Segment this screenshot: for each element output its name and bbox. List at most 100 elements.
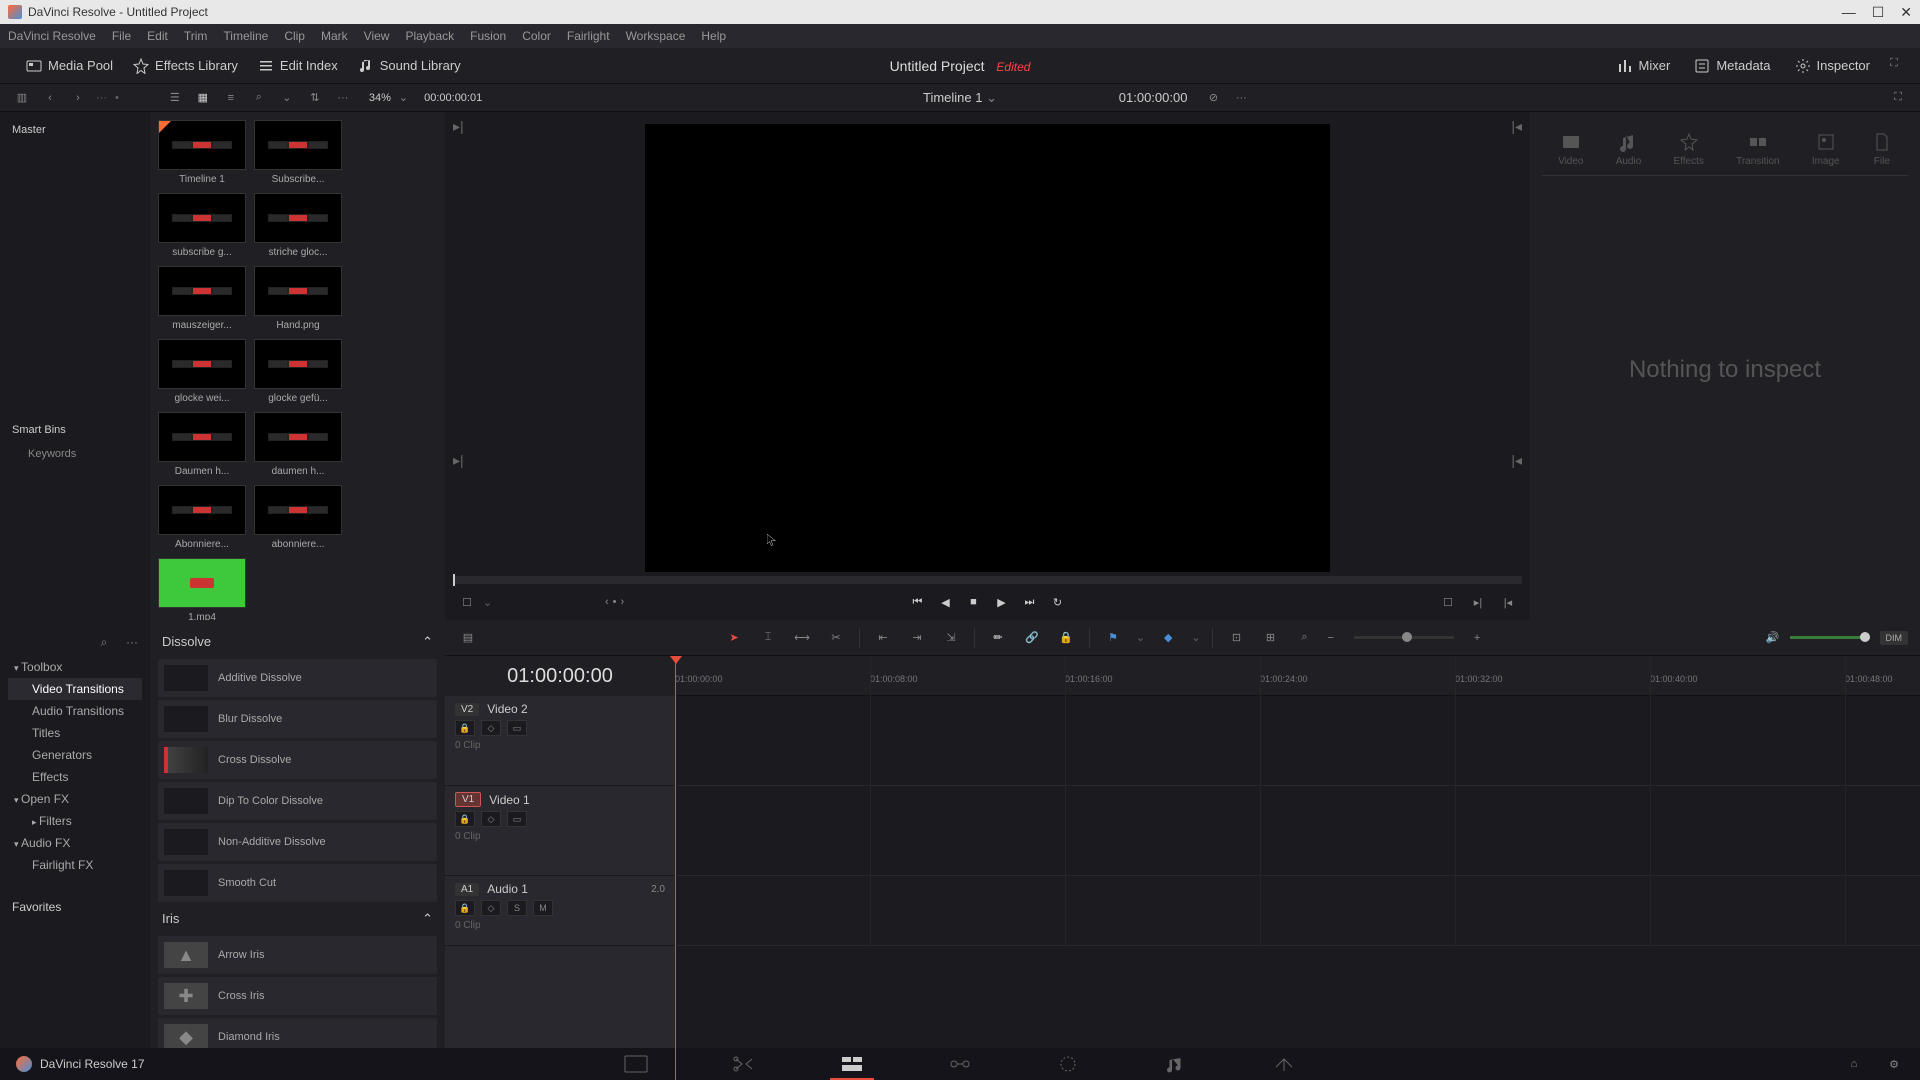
search-button[interactable]: ⌕ — [249, 88, 269, 108]
inspector-tab-image[interactable]: Image — [1812, 132, 1840, 167]
edit-index-toggle[interactable]: Edit Index — [248, 54, 348, 78]
inspector-tab-audio[interactable]: Audio — [1616, 132, 1642, 167]
bypass-button[interactable]: ⊘ — [1203, 88, 1223, 108]
sort-button[interactable]: ⇅ — [305, 88, 325, 108]
media-item[interactable]: Timeline 1 — [158, 120, 246, 185]
keywords-bin[interactable]: Keywords — [8, 444, 142, 464]
go-end-button[interactable]: ⏭ — [1020, 592, 1040, 612]
smart-bins-header[interactable]: Smart Bins — [8, 420, 142, 440]
track-lane-a1[interactable] — [675, 876, 1920, 946]
menu-clip[interactable]: Clip — [284, 29, 305, 43]
menu-edit[interactable]: Edit — [147, 29, 168, 43]
tree-audio-transitions[interactable]: Audio Transitions — [8, 700, 142, 722]
media-item[interactable]: 1.mp4 — [158, 558, 246, 623]
timeline-view-button[interactable]: ▤ — [457, 627, 479, 649]
fx-item[interactable]: Additive Dissolve — [158, 659, 437, 697]
fx-item[interactable]: Cross Dissolve — [158, 741, 437, 779]
menu-mark[interactable]: Mark — [321, 29, 348, 43]
effects-library-toggle[interactable]: Effects Library — [123, 54, 248, 78]
media-item[interactable]: Hand.png — [254, 266, 342, 331]
menu-file[interactable]: File — [112, 29, 131, 43]
lock-button[interactable]: 🔒 — [1055, 627, 1077, 649]
selection-tool[interactable]: ➤ — [723, 627, 745, 649]
nav-back-button[interactable]: ‹ — [40, 88, 60, 108]
media-item[interactable]: abonniere... — [254, 485, 342, 550]
viewer-scrubber[interactable] — [453, 576, 1522, 584]
zoom-slider[interactable] — [1354, 636, 1454, 639]
fx-group-dissolve[interactable]: Dissolve⌃ — [158, 628, 437, 656]
overwrite-button[interactable]: ☐ — [1438, 592, 1458, 612]
viewer-expand-left-icon[interactable]: ▸| — [453, 452, 464, 469]
fx-item[interactable]: ▲Arrow Iris — [158, 936, 437, 974]
fx-search-button[interactable]: ⌕ — [94, 632, 114, 652]
marker-button[interactable]: ◆ — [1157, 627, 1179, 649]
trim-tool[interactable]: ⌶ — [757, 627, 779, 649]
timeline-ruler[interactable]: 01:00:00:0001:00:08:0001:00:16:0001:00:2… — [675, 656, 1920, 696]
fx-group-iris[interactable]: Iris⌃ — [158, 905, 437, 933]
volume-icon[interactable]: 🔊 — [1766, 631, 1780, 644]
inspector-tab-file[interactable]: File — [1872, 132, 1892, 167]
stop-button[interactable]: ■ — [964, 592, 984, 612]
media-item[interactable]: glocke gefü... — [254, 339, 342, 404]
media-item[interactable]: daumen h... — [254, 412, 342, 477]
maximize-button[interactable]: ☐ — [1872, 4, 1885, 21]
menu-fusion[interactable]: Fusion — [470, 29, 506, 43]
link-button[interactable]: 🔗 — [1021, 627, 1043, 649]
menu-help[interactable]: Help — [701, 29, 726, 43]
mixer-toggle[interactable]: Mixer — [1607, 54, 1681, 78]
dynamic-trim-tool[interactable]: ⟷ — [791, 627, 813, 649]
track-lane-v1[interactable] — [675, 786, 1920, 876]
timeline-name-dropdown[interactable]: Timeline 1 ⌄ — [923, 90, 997, 106]
media-item[interactable]: glocke wei... — [158, 339, 246, 404]
fx-item[interactable]: Dip To Color Dissolve — [158, 782, 437, 820]
zoom-out-button[interactable]: − — [1327, 632, 1333, 644]
viewer-canvas[interactable] — [645, 124, 1330, 572]
media-item[interactable]: mauszeiger... — [158, 266, 246, 331]
menu-view[interactable]: View — [364, 29, 390, 43]
settings-button[interactable]: ⚙ — [1884, 1054, 1904, 1074]
bin-view-button[interactable]: ▥ — [12, 88, 32, 108]
strip-view-button[interactable]: ≡ — [221, 88, 241, 108]
sound-library-toggle[interactable]: Sound Library — [348, 54, 471, 78]
loop-button[interactable]: ↻ — [1048, 592, 1068, 612]
track-auto-button[interactable]: ◇ — [481, 811, 501, 827]
jog-button[interactable]: • — [613, 596, 617, 608]
go-start-button[interactable]: ⏮ — [908, 592, 928, 612]
blade-all-button[interactable]: ✏ — [987, 627, 1009, 649]
replace-button[interactable]: ⇲ — [940, 627, 962, 649]
track-lock-button[interactable]: 🔒 — [455, 720, 475, 736]
expand-button[interactable]: ⛶ — [1888, 88, 1908, 108]
match-frame-button[interactable]: ☐ — [457, 592, 477, 612]
track-header[interactable]: A1Audio 12.0🔒◇SM0 Clip — [445, 876, 675, 946]
track-tag[interactable]: V1 — [455, 792, 481, 807]
inspector-tab-video[interactable]: Video — [1558, 132, 1583, 167]
media-item[interactable]: Subscribe... — [254, 120, 342, 185]
zoom-in-button[interactable]: + — [1474, 632, 1480, 644]
tree-effects[interactable]: Effects — [8, 766, 142, 788]
minimize-button[interactable]: — — [1842, 4, 1856, 21]
fx-item[interactable]: Non-Additive Dissolve — [158, 823, 437, 861]
flag-button[interactable]: ⚑ — [1102, 627, 1124, 649]
page-fairlight[interactable] — [1162, 1054, 1190, 1074]
fx-more-button[interactable]: ··· — [122, 632, 142, 652]
track-auto-button[interactable]: ◇ — [481, 720, 501, 736]
record-timecode[interactable]: 01:00:00:00 — [1119, 90, 1188, 105]
fx-item[interactable]: Smooth Cut — [158, 864, 437, 902]
track-solo-button[interactable]: S — [507, 900, 527, 916]
nav-fwd-button[interactable]: › — [68, 88, 88, 108]
menu-workspace[interactable]: Workspace — [626, 29, 686, 43]
search-dropdown[interactable]: ⌄ — [277, 88, 297, 108]
favorites-header[interactable]: Favorites — [8, 896, 142, 918]
media-item[interactable]: Daumen h... — [158, 412, 246, 477]
viewer-more-button[interactable]: ··· — [1231, 88, 1251, 108]
track-disable-button[interactable]: ▭ — [507, 811, 527, 827]
track-lock-button[interactable]: 🔒 — [455, 811, 475, 827]
tree-filters[interactable]: Filters — [8, 810, 142, 832]
home-button[interactable]: ⌂ — [1844, 1054, 1864, 1074]
track-lock-button[interactable]: 🔒 — [455, 900, 475, 916]
track-auto-button[interactable]: ◇ — [481, 900, 501, 916]
zoom-to-fit-button[interactable]: ⊡ — [1225, 627, 1247, 649]
menu-trim[interactable]: Trim — [184, 29, 208, 43]
prev-edit-button[interactable]: ‹ — [605, 596, 609, 608]
list-view-button[interactable]: ☰ — [165, 88, 185, 108]
